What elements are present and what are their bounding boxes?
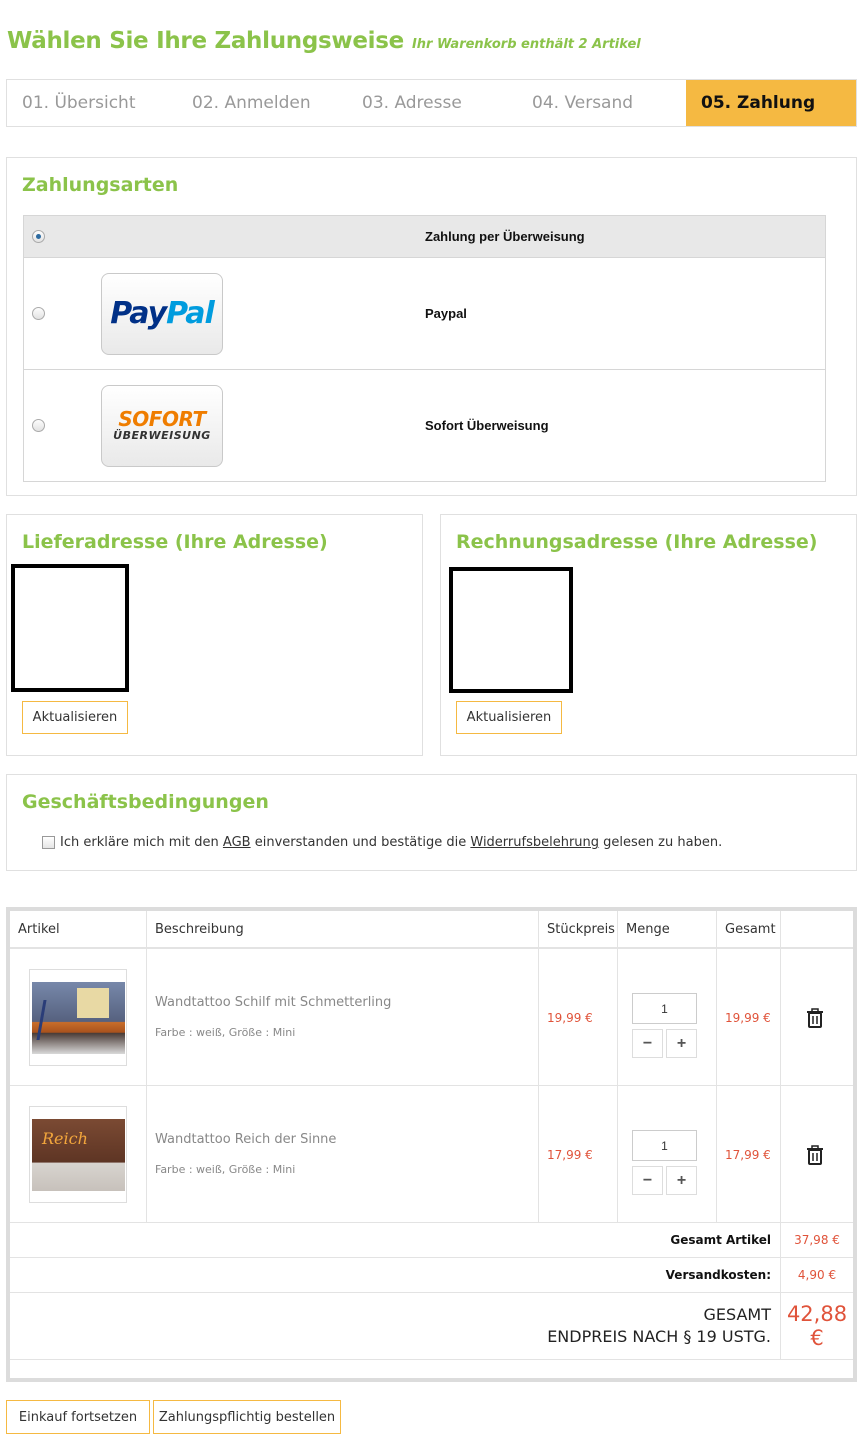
checkout-steps: 01. Übersicht 02. Anmelden 03. Adresse 0… — [6, 79, 857, 127]
terms-checkbox[interactable] — [42, 836, 55, 849]
trash-icon[interactable] — [804, 1007, 826, 1029]
payment-option-transfer[interactable]: Zahlung per Überweisung — [24, 216, 825, 257]
product-thumbnail[interactable] — [29, 969, 127, 1066]
billing-address-title: Rechnungsadresse (Ihre Adresse) — [456, 531, 818, 553]
grand-total-row: GESAMT ENDPREIS NACH § 19 USTG. 42,88 € — [10, 1293, 853, 1360]
product-name[interactable]: Wandtattoo Reich der Sinne — [155, 1132, 336, 1147]
quantity-decrease-button[interactable]: − — [632, 1166, 663, 1195]
quantity-increase-button[interactable]: + — [666, 1166, 697, 1195]
payment-label-paypal: Paypal — [425, 306, 467, 321]
cart-table: Artikel Beschreibung Stückpreis Menge Ge… — [6, 907, 857, 1382]
col-total: Gesamt — [717, 911, 781, 947]
payment-radio-sofort[interactable] — [32, 419, 45, 432]
cart-item-row: Wandtattoo Reich der Sinne Farbe : weiß,… — [10, 1086, 853, 1223]
col-unit-price: Stückpreis — [539, 911, 618, 947]
step-login[interactable]: 02. Anmelden — [177, 80, 347, 126]
col-description: Beschreibung — [147, 911, 539, 947]
terms-title: Geschäftsbedingungen — [22, 791, 269, 813]
terms-section: Geschäftsbedingungen Ich erkläre mich mi… — [6, 774, 857, 871]
line-total: 17,99 € — [725, 1147, 771, 1162]
quantity-increase-button[interactable]: + — [666, 1029, 697, 1058]
payment-option-paypal[interactable]: PayPal Paypal — [24, 257, 825, 369]
trash-icon[interactable] — [804, 1144, 826, 1166]
page-title: Wählen Sie Ihre Zahlungsweise — [7, 28, 404, 54]
product-attributes: Farbe : weiß, Größe : Mini — [155, 1026, 296, 1039]
update-shipping-address-button[interactable]: Aktualisieren — [22, 701, 128, 734]
quantity-decrease-button[interactable]: − — [632, 1029, 663, 1058]
paypal-logo: PayPal — [101, 272, 223, 355]
terms-text-after: gelesen zu haben. — [603, 835, 723, 850]
unit-price: 17,99 € — [547, 1147, 593, 1162]
shipping-cost-label: Versandkosten: — [10, 1258, 781, 1292]
payment-radio-transfer[interactable] — [32, 230, 45, 243]
billing-address-block — [449, 567, 573, 693]
place-order-button[interactable]: Zahlungspflichtig bestellen — [153, 1400, 341, 1434]
subtotal-value: 37,98 € — [794, 1233, 840, 1247]
step-payment: 05. Zahlung — [686, 80, 856, 126]
shipping-address-section: Lieferadresse (Ihre Adresse) Aktualisier… — [6, 514, 423, 756]
step-shipping[interactable]: 04. Versand — [517, 80, 686, 126]
cart-item-row: Wandtattoo Schilf mit Schmetterling Farb… — [10, 949, 853, 1086]
terms-consent: Ich erkläre mich mit den AGB einverstand… — [42, 835, 722, 850]
sofort-logo: SOFORT ÜBERWEISUNG — [101, 384, 223, 467]
payment-option-sofort[interactable]: SOFORT ÜBERWEISUNG Sofort Überweisung — [24, 369, 825, 481]
page-header: Wählen Sie Ihre Zahlungsweise Ihr Warenk… — [7, 28, 641, 54]
quantity-input[interactable]: 1 — [632, 993, 697, 1024]
unit-price: 19,99 € — [547, 1010, 593, 1025]
subtotal-row: Gesamt Artikel 37,98 € — [10, 1223, 853, 1258]
line-total: 19,99 € — [725, 1010, 771, 1025]
step-address[interactable]: 03. Adresse — [347, 80, 517, 126]
shipping-cost-value: 4,90 € — [797, 1268, 837, 1282]
product-attributes: Farbe : weiß, Größe : Mini — [155, 1163, 296, 1176]
quantity-input[interactable]: 1 — [632, 1130, 697, 1161]
payment-section-title: Zahlungsarten — [22, 174, 179, 196]
billing-address-section: Rechnungsadresse (Ihre Adresse) Aktualis… — [440, 514, 857, 756]
subtotal-label: Gesamt Artikel — [10, 1223, 781, 1257]
product-name[interactable]: Wandtattoo Schilf mit Schmetterling — [155, 995, 391, 1010]
payment-radio-paypal[interactable] — [32, 307, 45, 320]
shipping-cost-row: Versandkosten: 4,90 € — [10, 1258, 853, 1293]
grand-total-label: GESAMT ENDPREIS NACH § 19 USTG. — [10, 1293, 781, 1359]
col-actions — [781, 911, 853, 947]
withdrawal-link[interactable]: Widerrufsbelehrung — [470, 835, 599, 850]
shipping-address-title: Lieferadresse (Ihre Adresse) — [22, 531, 328, 553]
cart-count-info: Ihr Warenkorb enthält 2 Artikel — [411, 37, 641, 52]
terms-text-middle: einverstanden und bestätige die — [254, 835, 467, 850]
cart-header-row: Artikel Beschreibung Stückpreis Menge Ge… — [10, 911, 853, 949]
col-quantity: Menge — [618, 911, 717, 947]
step-overview[interactable]: 01. Übersicht — [7, 80, 177, 126]
payment-label-transfer: Zahlung per Überweisung — [425, 229, 585, 244]
update-billing-address-button[interactable]: Aktualisieren — [456, 701, 562, 734]
col-article: Artikel — [10, 911, 147, 947]
continue-shopping-button[interactable]: Einkauf fortsetzen — [6, 1400, 150, 1434]
payment-options-table: Zahlung per Überweisung PayPal Paypal SO… — [23, 215, 826, 482]
product-thumbnail[interactable] — [29, 1106, 127, 1203]
terms-text-before: Ich erkläre mich mit den — [60, 835, 219, 850]
shipping-address-block — [11, 564, 129, 692]
grand-total-value: 42,88 € — [786, 1302, 848, 1350]
payment-methods-section: Zahlungsarten Zahlung per Überweisung Pa… — [6, 157, 857, 496]
agb-link[interactable]: AGB — [223, 835, 251, 850]
payment-label-sofort: Sofort Überweisung — [425, 418, 549, 433]
